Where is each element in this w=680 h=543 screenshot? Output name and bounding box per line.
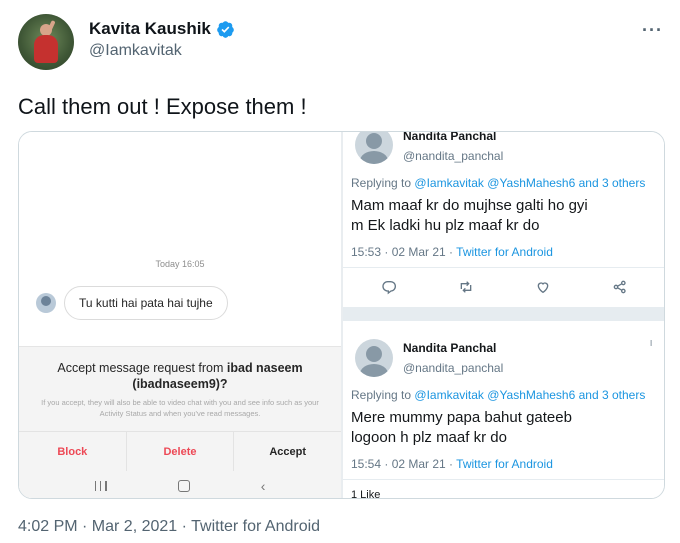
tweet: Kavita Kaushik @Iamkavitak ··· Call them…	[0, 0, 680, 543]
reply1-time: 15:53 · 02 Mar 21 ·	[351, 245, 457, 259]
reply-icon[interactable]	[381, 279, 397, 295]
dm-message-bubble: Tu kutti hai pata hai tujhe	[64, 286, 228, 320]
home-icon[interactable]	[177, 480, 190, 492]
dm-timestamp: Today 16:05	[155, 259, 205, 269]
reply1-actions	[343, 279, 664, 295]
request-info: If you accept, they will also be able to…	[41, 398, 319, 418]
reply2-avatar	[355, 339, 393, 377]
share-icon[interactable]	[612, 279, 628, 295]
like-icon[interactable]	[535, 279, 551, 295]
block-button[interactable]: Block	[19, 432, 127, 471]
request-prefix: Accept message request from	[57, 361, 224, 375]
reply1-meta: 15:53 · 02 Mar 21 · Twitter for Android	[351, 245, 553, 259]
reply1-name: Nandita Panchal	[403, 132, 497, 143]
reply2-replying-targets[interactable]: @Iamkavitak @YashMahesh6 and 3 others	[414, 388, 645, 402]
recents-icon[interactable]	[94, 481, 107, 491]
reply1-avatar	[355, 132, 393, 164]
author-avatar[interactable]	[18, 14, 74, 70]
reply2-separator	[343, 479, 664, 480]
reply1-replying-prefix: Replying to	[351, 176, 412, 190]
request-name: ibad naseem	[226, 361, 303, 375]
author-display-name[interactable]: Kavita Kaushik	[89, 19, 211, 39]
reply2-body: Mere mummy papa bahut gateeb logoon h pl…	[351, 408, 572, 448]
reply2-replying-to: Replying to @Iamkavitak @YashMahesh6 and…	[351, 388, 645, 402]
request-title: Accept message request from ibad naseem …	[19, 360, 341, 392]
reply1-handle: @nandita_panchal	[403, 149, 504, 163]
ellipsis-icon[interactable]: ···	[642, 20, 663, 41]
reply2-body-line1: Mere mummy papa bahut gateeb	[351, 409, 572, 426]
tweet-text: Call them out ! Expose them !	[18, 94, 307, 119]
reply1-replying-to: Replying to @Iamkavitak @YashMahesh6 and…	[351, 176, 645, 190]
author-name-row: Kavita Kaushik	[89, 19, 235, 39]
reply2-body-line2: logoon h plz maaf kr do	[351, 429, 507, 446]
reply1-body: Mam maaf kr do mujhse galti ho gyi m Ek …	[351, 196, 588, 236]
verified-badge-icon	[217, 20, 234, 38]
tweet-footer[interactable]: 4:02 PM · Mar 2, 2021 · Twitter for Andr…	[18, 518, 320, 536]
dm-screenshot[interactable]: Today 16:05 Tu kutti hai pata hai tujhe …	[19, 132, 341, 498]
retweet-icon[interactable]	[458, 279, 474, 295]
request-handle: (ibadnaseem9)?	[132, 377, 228, 391]
dm-sender-avatar	[36, 293, 56, 313]
android-nav-bar: ‹	[19, 471, 341, 498]
request-actions: Block Delete Accept	[19, 431, 341, 471]
reply2-replying-prefix: Replying to	[351, 388, 412, 402]
reply-screenshot-2[interactable]: Nandita Panchal @nandita_panchal ··· Rep…	[343, 320, 664, 498]
back-icon[interactable]: ‹	[261, 479, 266, 493]
reply2-source[interactable]: Twitter for Android	[456, 457, 553, 471]
reply1-body-line1: Mam maaf kr do mujhse galti ho gyi	[351, 197, 588, 214]
reply2-time: 15:54 · 02 Mar 21 ·	[351, 457, 457, 471]
reply1-source[interactable]: Twitter for Android	[456, 245, 553, 259]
reply2-handle: @nandita_panchal	[403, 361, 504, 375]
reply2-meta: 15:54 · 02 Mar 21 · Twitter for Android	[351, 457, 553, 471]
accept-button[interactable]: Accept	[234, 432, 341, 471]
media-grid[interactable]: Today 16:05 Tu kutti hai pata hai tujhe …	[18, 131, 665, 499]
reply2-likes[interactable]: 1 Like	[351, 489, 380, 498]
delete-button[interactable]: Delete	[127, 432, 235, 471]
message-request-panel: Accept message request from ibad naseem …	[19, 346, 341, 498]
reply1-separator	[343, 267, 664, 268]
reply2-name: Nandita Panchal	[403, 341, 497, 355]
author-handle[interactable]: @Iamkavitak	[89, 42, 182, 60]
avatar-figure-dress	[34, 35, 58, 63]
reply-screenshot-1[interactable]: Nandita Panchal @nandita_panchal Replyin…	[343, 132, 664, 307]
reply2-more-icon[interactable]: ···	[645, 339, 659, 345]
reply1-replying-targets[interactable]: @Iamkavitak @YashMahesh6 and 3 others	[414, 176, 645, 190]
reply-gap	[343, 307, 664, 320]
reply1-body-line2: m Ek ladki hu plz maaf kr do	[351, 217, 540, 234]
